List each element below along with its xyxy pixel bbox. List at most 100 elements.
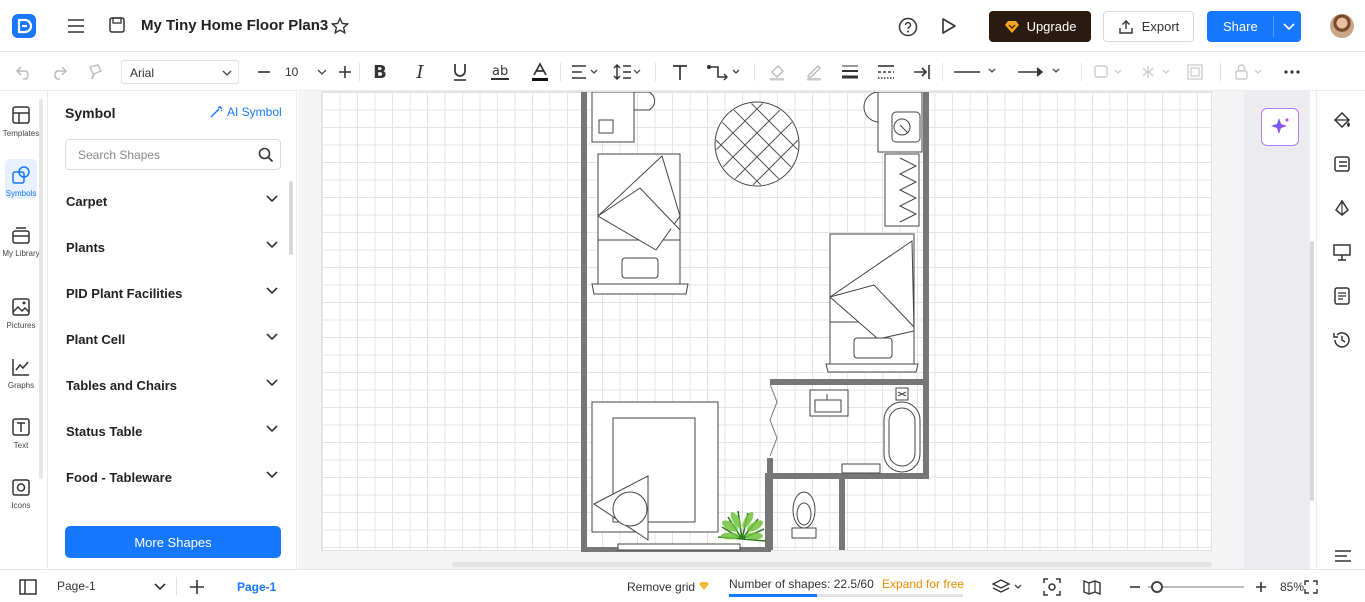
shapes-count: Number of shapes: 22.5/60 <box>729 577 874 591</box>
shadow-icon[interactable] <box>1092 61 1126 83</box>
line-spacing-icon[interactable] <box>612 61 642 83</box>
lock-icon[interactable] <box>1232 61 1266 83</box>
font-size-input[interactable]: 10 <box>276 60 331 84</box>
zoom-out-icon[interactable] <box>1127 577 1143 597</box>
category-tables-and-chairs[interactable]: Tables and Chairs <box>66 378 278 393</box>
undo-icon[interactable] <box>14 62 34 82</box>
remove-grid-button[interactable]: Remove grid <box>627 580 710 594</box>
font-family-value: Arial <box>130 66 155 80</box>
share-divider <box>1273 16 1274 37</box>
italic-icon[interactable]: I <box>409 61 431 83</box>
ai-assistant-button[interactable] <box>1261 108 1299 146</box>
fit-page-icon[interactable] <box>1042 577 1062 597</box>
ai-symbol-button[interactable]: AI Symbol <box>209 105 282 119</box>
star-icon[interactable] <box>330 16 350 36</box>
floor-plan-drawing[interactable] <box>322 91 1213 553</box>
menu-icon[interactable] <box>66 16 86 36</box>
export-button[interactable]: Export <box>1103 11 1194 42</box>
arrow-end-select[interactable] <box>1016 61 1064 83</box>
category-label: PID Plant Facilities <box>66 286 183 301</box>
page-setup-icon[interactable] <box>1331 153 1353 175</box>
category-carpet[interactable]: Carpet <box>66 194 278 209</box>
panel-scrollbar[interactable] <box>289 181 293 255</box>
group-icon[interactable] <box>1184 61 1206 83</box>
fill-bucket-icon[interactable] <box>1331 109 1353 131</box>
presentation-icon[interactable] <box>1331 241 1353 263</box>
rail-item-pictures[interactable]: Pictures <box>0 297 42 331</box>
layers-icon[interactable] <box>990 577 1024 597</box>
flip-icon[interactable] <box>1140 61 1174 83</box>
line-style-select[interactable] <box>952 61 1000 83</box>
avatar[interactable] <box>1330 14 1354 38</box>
vertical-scrollbar[interactable] <box>1310 241 1314 501</box>
fill-color-icon[interactable] <box>766 61 788 83</box>
font-size-decrease-icon[interactable] <box>254 62 274 82</box>
more-options-icon[interactable] <box>1281 61 1303 83</box>
chevron-down-icon[interactable] <box>153 582 167 592</box>
zoom-slider-handle[interactable] <box>1151 581 1163 593</box>
category-status-table[interactable]: Status Table <box>66 424 278 439</box>
drawing-page[interactable] <box>321 91 1213 553</box>
more-shapes-button[interactable]: More Shapes <box>65 526 281 558</box>
format-painter-icon[interactable] <box>86 62 106 82</box>
line-color-icon[interactable] <box>803 61 825 83</box>
horizontal-scrollbar[interactable] <box>452 562 1212 567</box>
rail-scrollbar[interactable] <box>39 99 43 479</box>
theme-icon[interactable] <box>1331 197 1353 219</box>
drawing-canvas[interactable] <box>298 91 1244 569</box>
history-icon[interactable] <box>1331 329 1353 351</box>
arrow-style-icon[interactable] <box>912 61 934 83</box>
rail-item-icons[interactable]: Icons <box>0 477 42 511</box>
category-pid-plant-facilities[interactable]: PID Plant Facilities <box>66 286 278 301</box>
connector-icon[interactable] <box>705 61 743 83</box>
page-panel-icon[interactable] <box>18 577 38 597</box>
strikethrough-icon[interactable]: ab <box>489 61 511 83</box>
bed-upper-left[interactable] <box>591 153 689 295</box>
panel-toggle-icon[interactable] <box>1333 547 1353 565</box>
expand-for-free-link[interactable]: Expand for free <box>882 577 964 591</box>
dash-style-icon[interactable] <box>875 61 897 83</box>
search-input[interactable]: Search Shapes <box>65 139 281 170</box>
chevron-down-icon[interactable] <box>1281 17 1297 35</box>
line-weight-icon[interactable] <box>839 61 861 83</box>
redo-icon[interactable] <box>49 62 69 82</box>
bed-lower-left[interactable] <box>591 401 741 551</box>
play-icon[interactable] <box>938 16 958 36</box>
category-label: Food - Tableware <box>66 470 172 485</box>
search-icon[interactable] <box>258 147 274 163</box>
font-color-icon[interactable] <box>529 61 551 83</box>
toolbar-divider <box>560 63 561 81</box>
zoom-in-icon[interactable] <box>1253 577 1269 597</box>
status-divider <box>176 577 177 595</box>
rail-item-symbols[interactable]: Symbols <box>0 165 42 199</box>
text-tool-icon[interactable] <box>669 61 691 83</box>
category-food-tableware[interactable]: Food - Tableware <box>66 470 278 485</box>
help-icon[interactable] <box>897 16 918 37</box>
share-button[interactable]: Share <box>1207 11 1301 42</box>
page-tab-1[interactable]: Page-1 <box>237 580 276 594</box>
bold-icon[interactable]: B <box>369 61 391 83</box>
round-rug[interactable] <box>702 92 812 260</box>
font-size-increase-icon[interactable] <box>335 62 355 82</box>
rail-item-my-library[interactable]: My Library <box>0 225 42 259</box>
document-title[interactable]: My Tiny Home Floor Plan3 <box>141 17 328 34</box>
font-family-select[interactable]: Arial <box>121 60 239 84</box>
bed-right[interactable] <box>825 233 919 373</box>
rail-label: Pictures <box>6 321 36 330</box>
underline-icon[interactable] <box>449 61 471 83</box>
category-plants[interactable]: Plants <box>66 240 278 255</box>
rail-item-text[interactable]: Text <box>0 417 42 451</box>
save-icon[interactable] <box>107 15 127 35</box>
text-align-icon[interactable] <box>570 61 600 83</box>
fullscreen-icon[interactable] <box>1304 580 1318 594</box>
app-logo-icon[interactable] <box>12 14 36 38</box>
add-page-icon[interactable] <box>187 577 207 597</box>
rail-item-templates[interactable]: Templates <box>0 105 42 139</box>
reading-mode-icon[interactable] <box>1082 577 1102 597</box>
upgrade-button[interactable]: Upgrade <box>989 11 1091 42</box>
rail-item-graphs[interactable]: Graphs <box>0 357 42 391</box>
zoom-level[interactable]: 85% <box>1280 580 1304 594</box>
category-plant-cell[interactable]: Plant Cell <box>66 332 278 347</box>
notes-icon[interactable] <box>1331 285 1353 307</box>
page-select[interactable]: Page-1 <box>57 579 96 593</box>
